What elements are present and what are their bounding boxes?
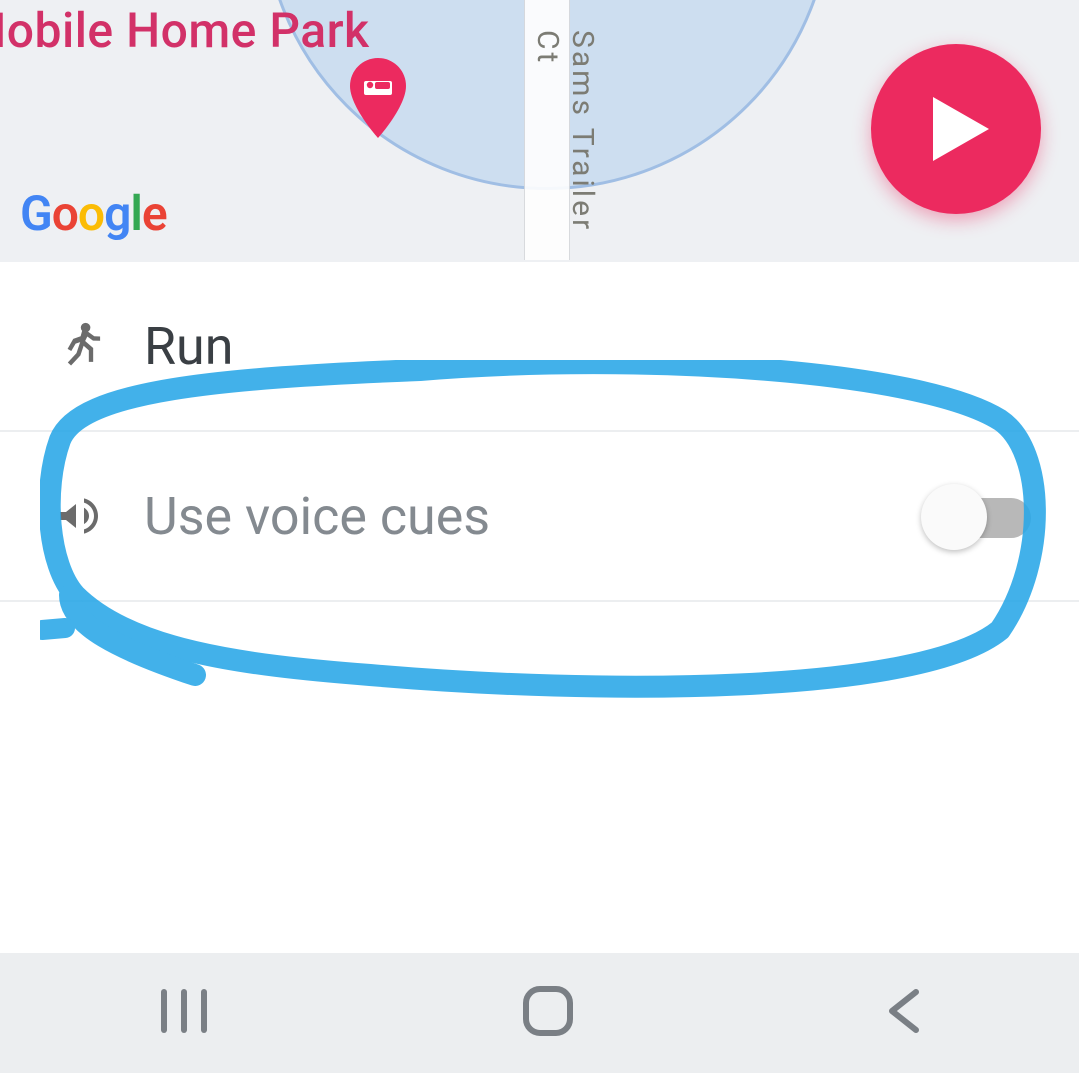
recent-apps-button[interactable] [94, 968, 274, 1058]
android-nav-bar [0, 953, 1079, 1073]
street-label: Sams Trailer Ct [530, 30, 600, 262]
map-view[interactable]: m's Mobile Home Park Sams Trailer Ct Goo… [0, 0, 1079, 262]
activity-type-row[interactable]: Run [0, 262, 1079, 432]
recent-apps-icon [154, 988, 214, 1034]
voice-cues-row[interactable]: Use voice cues [0, 432, 1079, 602]
lodging-pin-icon [350, 58, 406, 138]
toggle-knob [921, 484, 987, 550]
voice-cues-toggle[interactable] [927, 490, 1031, 542]
megaphone-icon [48, 492, 108, 540]
settings-list: Run Use voice cues [0, 262, 1079, 602]
activity-type-label: Run [144, 316, 1031, 377]
home-icon [521, 984, 575, 1038]
back-button[interactable] [822, 966, 986, 1060]
google-attribution: Google [20, 185, 167, 242]
voice-cues-label: Use voice cues [144, 486, 927, 547]
home-button[interactable] [461, 964, 635, 1062]
back-icon [882, 986, 926, 1036]
start-activity-button[interactable] [871, 44, 1041, 214]
run-icon [48, 320, 108, 372]
play-icon [923, 97, 989, 161]
poi-label: m's Mobile Home Park [0, 2, 370, 59]
